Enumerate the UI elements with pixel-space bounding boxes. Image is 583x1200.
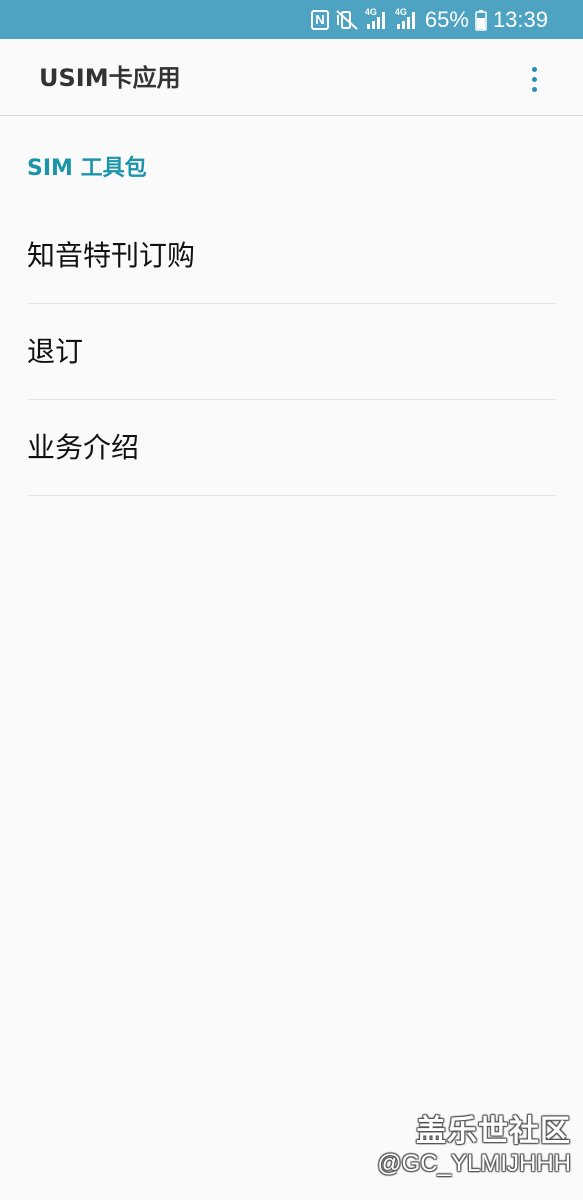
nfc-icon: N	[310, 9, 329, 30]
signal-strength-icon-sim2: 4G	[394, 6, 419, 31]
more-options-button[interactable]	[518, 59, 550, 99]
more-vert-icon-dot	[531, 86, 537, 92]
more-vert-icon	[531, 66, 537, 72]
app-bar: USIM卡应用	[0, 39, 583, 116]
menu-item-label: 知音特刊订购	[27, 239, 196, 272]
menu-list: 知音特刊订购 退订 业务介绍	[0, 208, 583, 496]
status-bar: N 4G 4G 65% 13:39	[0, 0, 583, 39]
menu-item-label: 业务介绍	[27, 431, 140, 464]
battery-icon	[475, 9, 487, 31]
battery-percent: 65%	[424, 6, 469, 32]
watermark-handle: @GC_YLMIJHHH	[377, 1150, 571, 1177]
vibrate-mute-icon	[335, 9, 359, 31]
network-type-label-sim1: 4G	[364, 6, 377, 17]
menu-item-unsubscribe[interactable]: 退订	[0, 304, 583, 400]
section-header: SIM 工具包	[27, 156, 147, 181]
clock: 13:39	[492, 6, 548, 32]
menu-item-subscribe[interactable]: 知音特刊订购	[0, 208, 583, 304]
signal-strength-icon-sim1: 4G	[364, 6, 389, 31]
divider	[28, 495, 555, 496]
more-vert-icon-dot	[531, 76, 537, 82]
watermark-title: 盖乐世社区	[416, 1114, 571, 1149]
menu-item-service-info[interactable]: 业务介绍	[0, 400, 583, 496]
menu-item-label: 退订	[27, 335, 84, 368]
network-type-label-sim2: 4G	[394, 6, 407, 17]
page-title: USIM卡应用	[39, 64, 181, 92]
